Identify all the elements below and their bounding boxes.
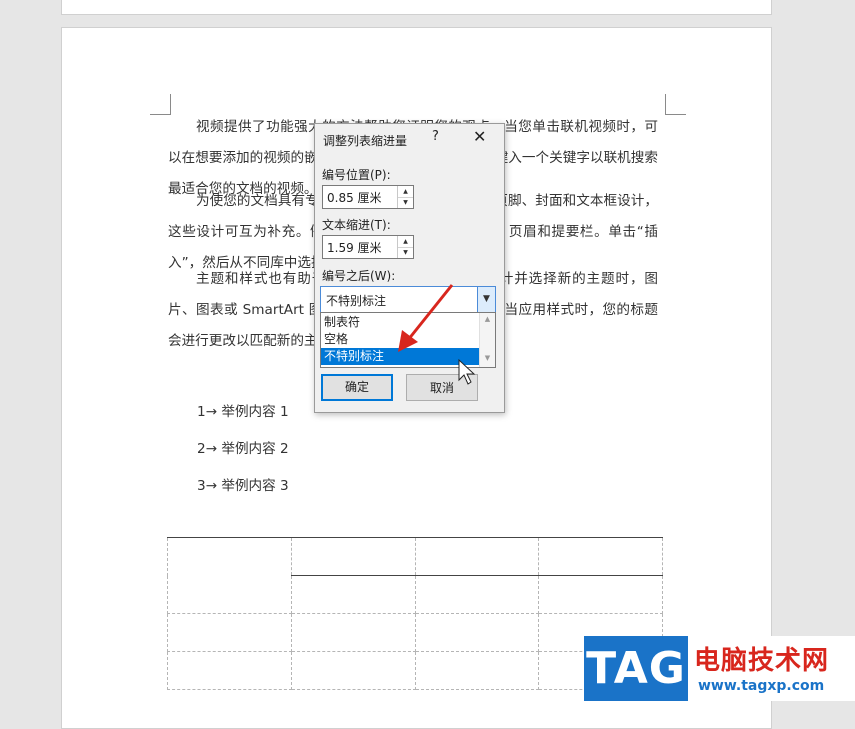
table-cell[interactable] xyxy=(414,651,540,690)
list-item-3[interactable]: 3→ 举例内容 3 xyxy=(197,474,289,494)
follow-number-value: 不特别标注 xyxy=(326,294,387,308)
text-indent-label: 文本缩进(T): xyxy=(322,218,391,232)
watermark-logo: TAG xyxy=(584,636,688,701)
watermark-name: 电脑技术网 xyxy=(694,646,830,676)
crop-mark-top-right xyxy=(665,94,686,115)
help-icon[interactable]: ? xyxy=(432,129,439,144)
spin-down-icon[interactable]: ▼ xyxy=(398,247,413,258)
previous-page-bottom xyxy=(61,0,772,15)
table-cell[interactable] xyxy=(167,537,292,614)
table-cell[interactable] xyxy=(290,651,416,690)
table-cell[interactable] xyxy=(290,575,416,614)
text-indent-value: 1.59 厘米 xyxy=(327,241,382,255)
table-cell[interactable] xyxy=(414,613,540,652)
mouse-cursor-icon xyxy=(458,358,476,385)
table-cell[interactable] xyxy=(414,537,540,576)
dialog-title: 调整列表缩进量 xyxy=(323,134,408,148)
text-indent-spinner[interactable]: ▲ ▼ xyxy=(397,236,413,258)
table-cell[interactable] xyxy=(414,575,540,614)
watermark-url: www.tagxp.com xyxy=(698,678,825,694)
number-position-value: 0.85 厘米 xyxy=(327,191,382,205)
list-item-2[interactable]: 2→ 举例内容 2 xyxy=(197,437,289,457)
table-cell[interactable] xyxy=(538,575,663,614)
red-arrow-icon xyxy=(398,284,454,352)
text-indent-input[interactable]: 1.59 厘米 ▲ ▼ xyxy=(322,235,414,259)
table-cell[interactable] xyxy=(290,537,416,576)
number-position-spinner[interactable]: ▲ ▼ xyxy=(397,186,413,208)
watermark: TAG 电脑技术网 www.tagxp.com xyxy=(584,636,855,701)
list-item-1[interactable]: 1→ 举例内容 1 xyxy=(197,400,289,420)
spin-down-icon[interactable]: ▼ xyxy=(398,197,413,208)
number-position-label: 编号位置(P): xyxy=(322,168,391,182)
number-position-input[interactable]: 0.85 厘米 ▲ ▼ xyxy=(322,185,414,209)
table-cell[interactable] xyxy=(538,537,663,576)
table-cell[interactable] xyxy=(167,651,292,690)
annotation-overlay xyxy=(398,284,476,385)
close-icon[interactable]: ✕ xyxy=(473,127,486,146)
table-cell[interactable] xyxy=(290,613,416,652)
table-cell[interactable] xyxy=(167,613,292,652)
